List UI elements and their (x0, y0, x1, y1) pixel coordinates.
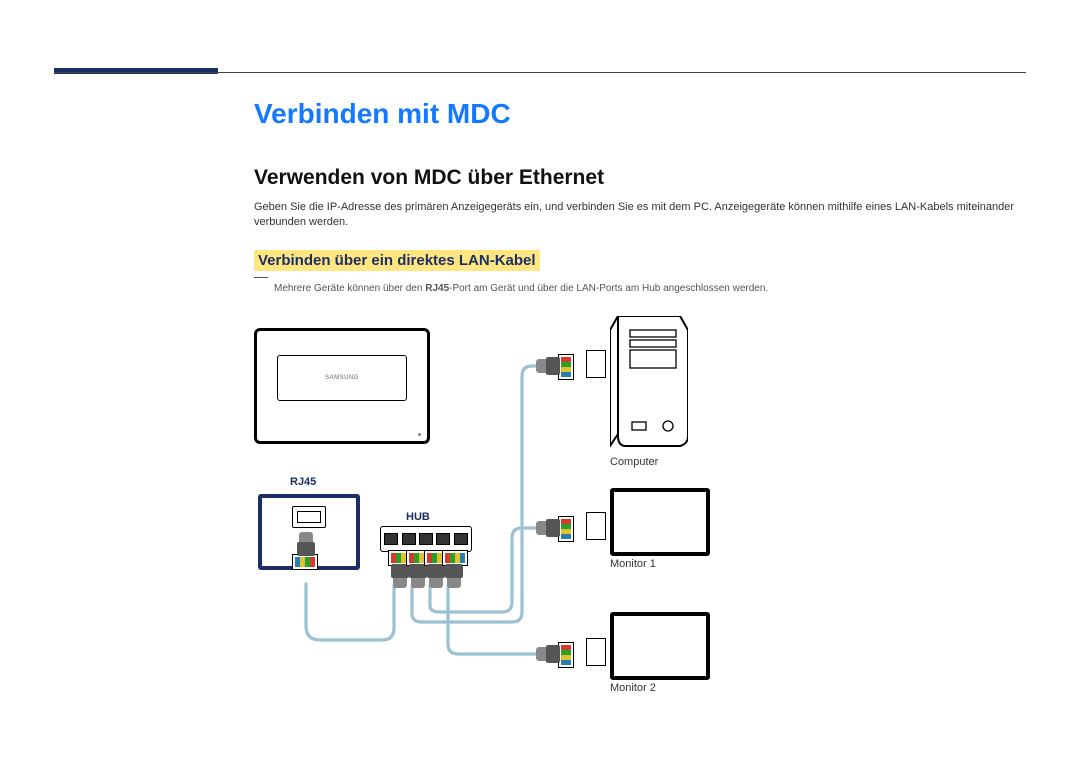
port-box (586, 512, 606, 540)
monitor-1-icon (610, 488, 710, 556)
note-suffix: -Port am Gerät und über die LAN-Ports am… (449, 283, 768, 294)
monitor1-label: Monitor 1 (610, 558, 656, 570)
hub-port-icon (384, 533, 398, 545)
connection-diagram: SAMSUNG RJ45 HUB (254, 316, 774, 736)
header-rule (54, 72, 1026, 73)
port-box (586, 350, 606, 378)
hub-port-icon (402, 533, 416, 545)
hub-label: HUB (406, 511, 430, 523)
hub-port-icon (419, 533, 433, 545)
monitor2-label: Monitor 2 (610, 682, 656, 694)
ethernet-plug-computer (538, 354, 574, 378)
highlighted-subheading: Verbinden über ein direktes LAN-Kabel (254, 250, 540, 271)
computer-label: Computer (610, 456, 658, 468)
page-root: Verbinden mit MDC Verwenden von MDC über… (0, 0, 1080, 763)
network-hub (380, 526, 472, 552)
rj45-label: RJ45 (290, 476, 316, 488)
note-dash-icon (254, 277, 268, 278)
port-box (586, 638, 606, 666)
main-display-front: SAMSUNG (254, 328, 430, 444)
note-prefix: Mehrere Geräte können über den (274, 283, 425, 294)
ethernet-plug-hub (442, 550, 466, 586)
power-led-icon (418, 433, 421, 436)
monitor-2-icon (610, 612, 710, 680)
ethernet-plug-display (294, 534, 318, 570)
rj45-port-icon (292, 506, 326, 528)
hub-port-icon (436, 533, 450, 545)
intro-paragraph: Geben Sie die IP-Adresse des primären An… (254, 200, 1026, 231)
hub-port-icon (454, 533, 468, 545)
sub-title: Verwenden von MDC über Ethernet (254, 166, 604, 190)
brand-logo-text: SAMSUNG (325, 375, 359, 381)
display-inner-screen: SAMSUNG (277, 355, 407, 401)
ethernet-plug-monitor1 (538, 516, 574, 540)
section-title: Verbinden mit MDC (254, 98, 511, 130)
note-text: Mehrere Geräte können über den RJ45-Port… (274, 283, 768, 294)
note-bold: RJ45 (425, 283, 449, 294)
ethernet-plug-monitor2 (538, 642, 574, 666)
header-accent-bar (54, 68, 218, 74)
computer-tower-icon (610, 316, 688, 448)
